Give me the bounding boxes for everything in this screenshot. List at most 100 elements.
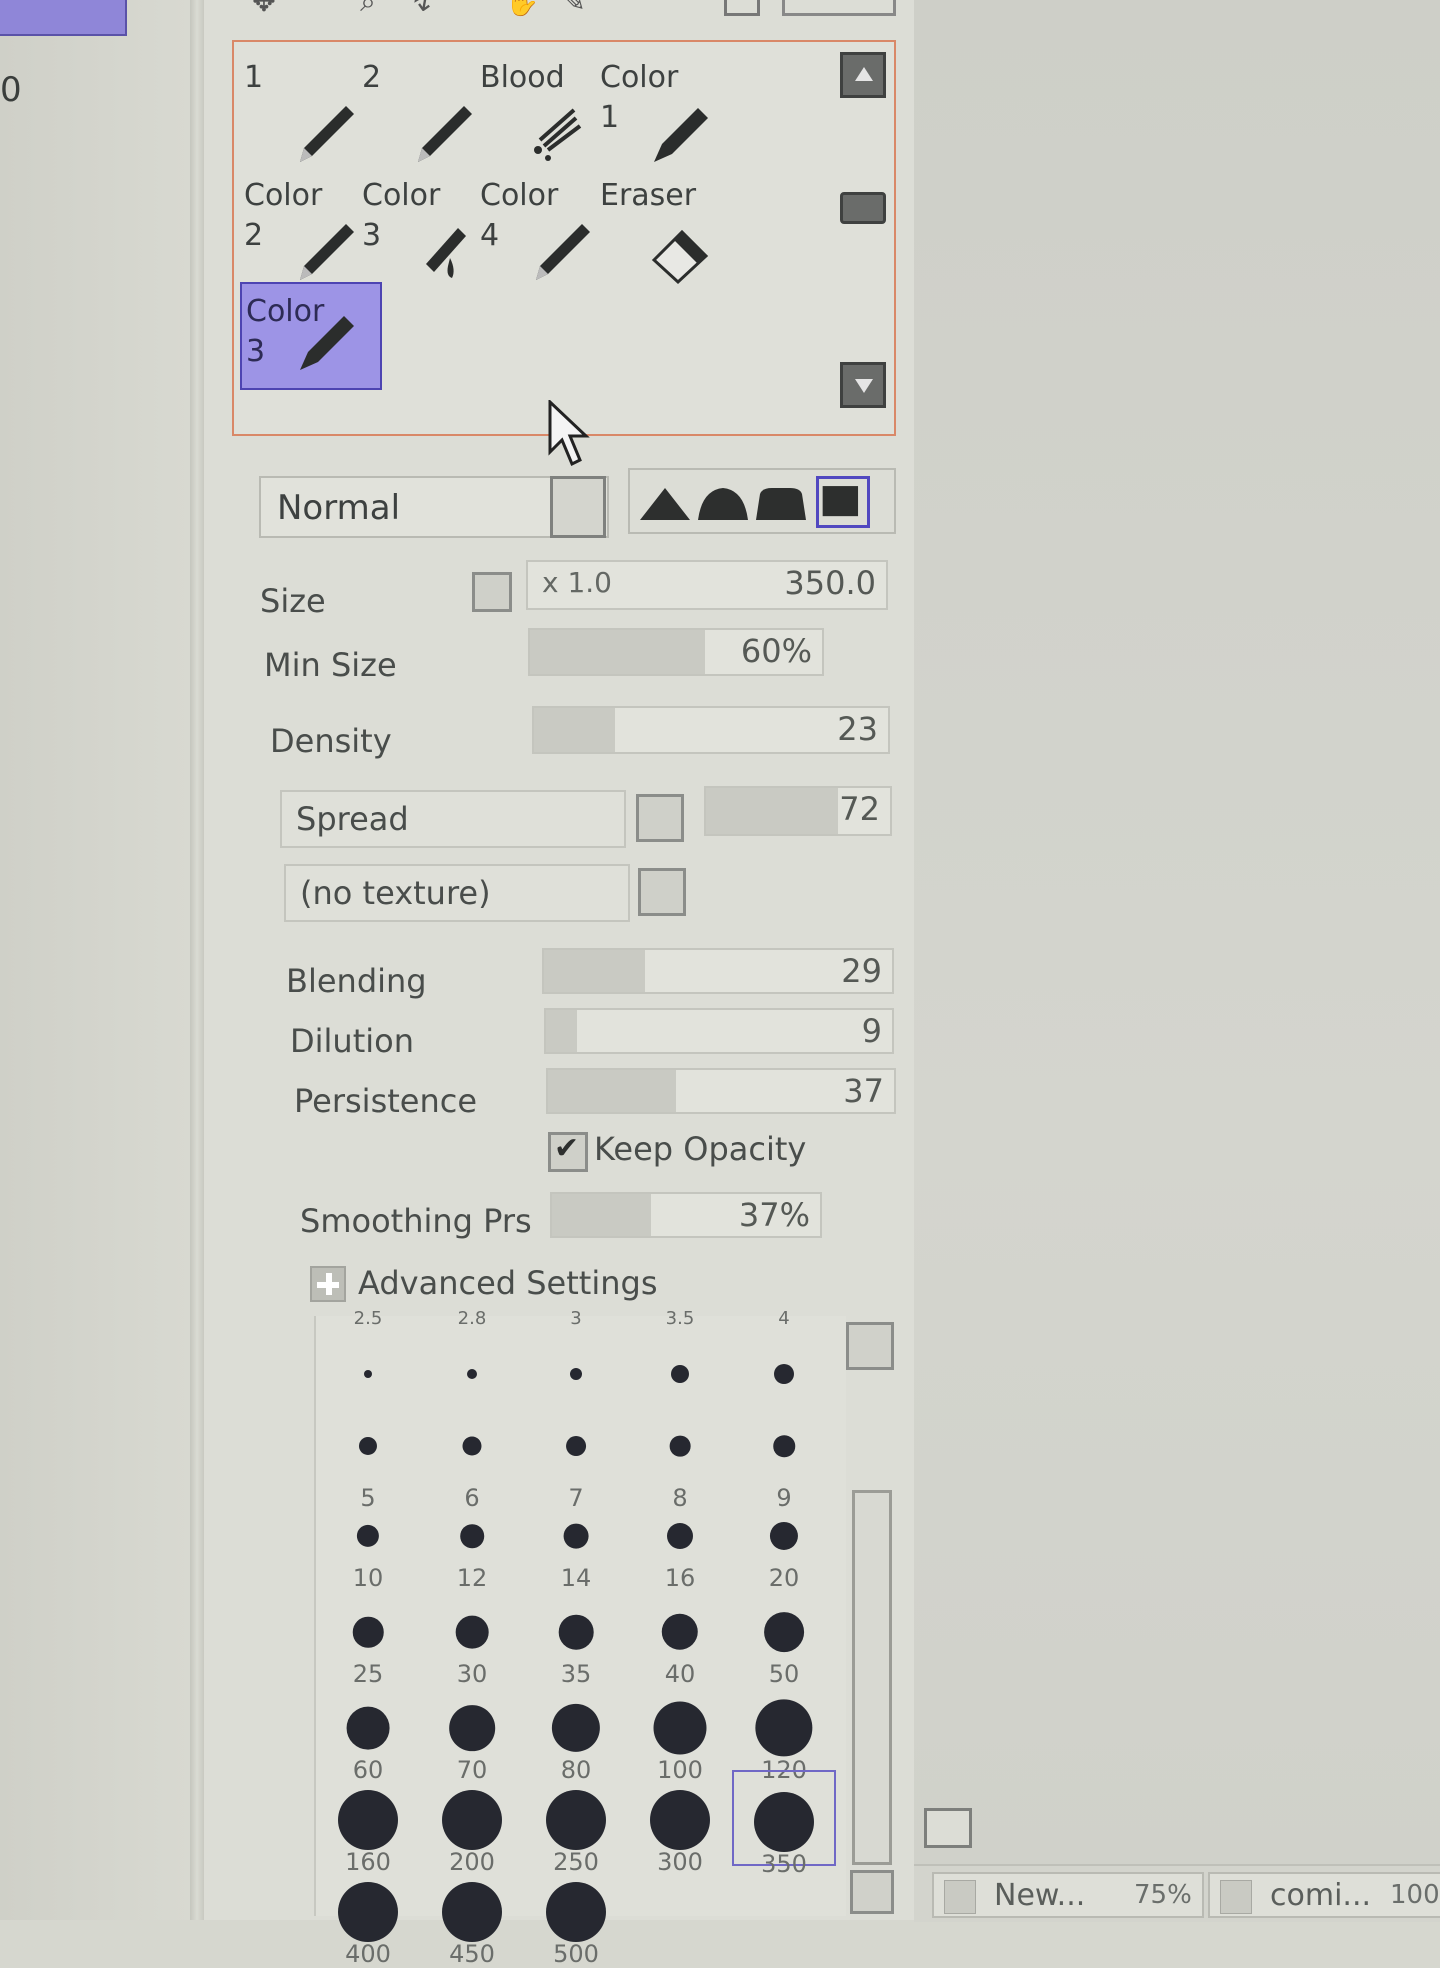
size-preset[interactable]: 70 bbox=[420, 1678, 524, 1784]
advanced-settings-label[interactable]: Advanced Settings bbox=[358, 1264, 657, 1302]
rotate-tool-icon[interactable]: ↯ bbox=[404, 0, 440, 16]
size-preset[interactable]: 300 bbox=[628, 1770, 732, 1876]
size-preset-dot bbox=[455, 1615, 489, 1649]
brush-shape-round-icon[interactable] bbox=[696, 476, 750, 528]
size-preset[interactable]: 14 bbox=[524, 1486, 628, 1592]
watercolor-brush-icon bbox=[426, 228, 466, 278]
brush-slot[interactable]: Blood bbox=[476, 50, 614, 180]
size-preset[interactable]: 35 bbox=[524, 1582, 628, 1688]
brush-scroll-thumb[interactable] bbox=[840, 192, 886, 224]
dilution-slider[interactable]: 9 bbox=[544, 1008, 894, 1054]
brush-shape-flat-icon[interactable] bbox=[816, 476, 870, 528]
dilution-label: Dilution bbox=[290, 1022, 414, 1060]
size-value: 350.0 bbox=[784, 564, 876, 602]
size-preset-dot bbox=[442, 1790, 502, 1850]
brush-shape-soft-icon[interactable] bbox=[754, 476, 808, 528]
size-preset[interactable]: 60 bbox=[316, 1678, 420, 1784]
size-preset-label: 400 bbox=[345, 1940, 391, 1968]
document-tabs: New... 75% comi... 100 bbox=[914, 1864, 1440, 1922]
density-slider[interactable]: 23 bbox=[532, 706, 890, 754]
zoom-tool-icon[interactable]: ⌕ bbox=[350, 0, 386, 16]
persistence-slider[interactable]: 37 bbox=[546, 1068, 896, 1114]
size-preset-dot bbox=[671, 1365, 689, 1383]
size-preset-dot bbox=[356, 1524, 380, 1548]
size-preset[interactable]: 12 bbox=[420, 1486, 524, 1592]
size-preset[interactable]: 40 bbox=[628, 1582, 732, 1688]
color-swatch-icon[interactable] bbox=[724, 0, 760, 16]
size-preset-dot bbox=[364, 1370, 372, 1378]
size-preset[interactable]: 3.5 bbox=[628, 1308, 732, 1330]
blend-mode-dropdown-button[interactable] bbox=[550, 476, 606, 538]
size-preset[interactable]: 2.5 bbox=[316, 1308, 420, 1330]
size-preset[interactable]: 400 bbox=[316, 1862, 420, 1968]
paint-app-window: 0 ✥ ⌕ ↯ ✋ ✎ 1 2 Blood Color 1 Color 2 Color 3… bbox=[0, 0, 1440, 1968]
document-name: New... bbox=[994, 1878, 1086, 1913]
advanced-settings-expand-icon[interactable] bbox=[310, 1266, 346, 1302]
brush-slot[interactable]: Color 1 bbox=[596, 50, 734, 180]
size-preset[interactable]: 3 bbox=[524, 1308, 628, 1330]
density-label: Density bbox=[270, 722, 392, 760]
tool-panel: ✥ ⌕ ↯ ✋ ✎ 1 2 Blood Color 1 Color 2 Color 3 Co… bbox=[204, 0, 914, 1968]
brush-slot[interactable]: Eraser bbox=[596, 168, 734, 298]
size-preset-scroll-up-button[interactable] bbox=[846, 1322, 894, 1370]
brush-list: 1 2 Blood Color 1 Color 2 Color 3 Color 4 Erase… bbox=[232, 40, 896, 436]
spread-select[interactable]: Spread bbox=[280, 790, 626, 848]
size-preset-grid: 2.5 2.8 3 3.5 4 5 6 7 8 9 10 12 14 16 20 25 30 35 40 50 60 70… bbox=[314, 1308, 846, 1968]
dilution-fill bbox=[546, 1010, 578, 1052]
hand-tool-icon[interactable]: ✋ bbox=[504, 0, 540, 16]
size-slider[interactable]: x 1.0 350.0 bbox=[526, 560, 888, 610]
size-preset[interactable]: 250 bbox=[524, 1770, 628, 1876]
brush-shape-sharp-icon[interactable] bbox=[638, 476, 692, 528]
size-preset[interactable]: 20 bbox=[732, 1486, 836, 1592]
min-size-slider[interactable]: 60% bbox=[528, 628, 824, 676]
size-preset[interactable]: 100 bbox=[628, 1678, 732, 1784]
size-preset[interactable]: 2.8 bbox=[420, 1308, 524, 1330]
size-preset[interactable]: 200 bbox=[420, 1770, 524, 1876]
brush-slot[interactable]: Color 4 bbox=[476, 168, 614, 298]
size-preset[interactable]: 10 bbox=[316, 1486, 420, 1592]
dilution-value: 9 bbox=[861, 1012, 882, 1050]
spread-slider[interactable]: 72 bbox=[704, 786, 892, 836]
size-preset[interactable]: 16 bbox=[628, 1486, 732, 1592]
panel-divider[interactable] bbox=[190, 0, 204, 1920]
size-preset[interactable]: 4 bbox=[732, 1308, 836, 1330]
size-pressure-checkbox[interactable] bbox=[472, 572, 512, 612]
size-preset[interactable]: 500 bbox=[524, 1862, 628, 1968]
document-tab-1[interactable]: New... 75% bbox=[932, 1872, 1204, 1918]
size-preset[interactable]: 160 bbox=[316, 1770, 420, 1876]
size-preset[interactable]: 30 bbox=[420, 1582, 524, 1688]
canvas-area[interactable] bbox=[914, 0, 1440, 1880]
texture-select[interactable]: (no texture) bbox=[284, 864, 630, 922]
size-preset[interactable]: 120 bbox=[732, 1678, 836, 1784]
size-preset-dot bbox=[338, 1790, 398, 1850]
eyedropper-tool-icon[interactable]: ✎ bbox=[556, 0, 592, 16]
blending-slider[interactable]: 29 bbox=[542, 948, 894, 994]
size-preset-dot bbox=[774, 1364, 794, 1384]
navigator-button[interactable] bbox=[924, 1808, 972, 1848]
size-preset-dot bbox=[460, 1524, 484, 1548]
size-preset[interactable]: 25 bbox=[316, 1582, 420, 1688]
size-preset[interactable]: 50 bbox=[732, 1582, 836, 1688]
size-preset[interactable]: 350 bbox=[732, 1770, 836, 1878]
size-preset-label: 4 bbox=[778, 1308, 790, 1329]
brush-scroll-up-button[interactable] bbox=[840, 52, 886, 98]
size-preset[interactable]: 80 bbox=[524, 1678, 628, 1784]
spread-checkbox[interactable] bbox=[636, 794, 684, 842]
size-preset-dot bbox=[764, 1612, 804, 1652]
toolbar-field[interactable] bbox=[782, 0, 896, 16]
smoothing-fill bbox=[552, 1194, 652, 1236]
document-tab-2[interactable]: comi... 100 bbox=[1208, 1872, 1440, 1918]
move-tool-icon[interactable]: ✥ bbox=[246, 0, 282, 16]
size-preset-scrollbar[interactable] bbox=[852, 1490, 892, 1865]
size-preset-scroll-down-button[interactable] bbox=[850, 1870, 894, 1914]
brush-shape-group bbox=[628, 468, 896, 534]
texture-checkbox[interactable] bbox=[638, 868, 686, 916]
brush-scroll-down-button[interactable] bbox=[840, 362, 886, 408]
left-selected-item[interactable] bbox=[0, 0, 127, 36]
size-preset-dot bbox=[563, 1523, 589, 1549]
keep-opacity-checkbox[interactable] bbox=[548, 1131, 588, 1172]
brush-slot[interactable]: Color 3 bbox=[240, 282, 382, 390]
smoothing-slider[interactable]: 37% bbox=[550, 1192, 822, 1238]
size-preset[interactable]: 450 bbox=[420, 1862, 524, 1968]
document-icon bbox=[944, 1880, 976, 1914]
